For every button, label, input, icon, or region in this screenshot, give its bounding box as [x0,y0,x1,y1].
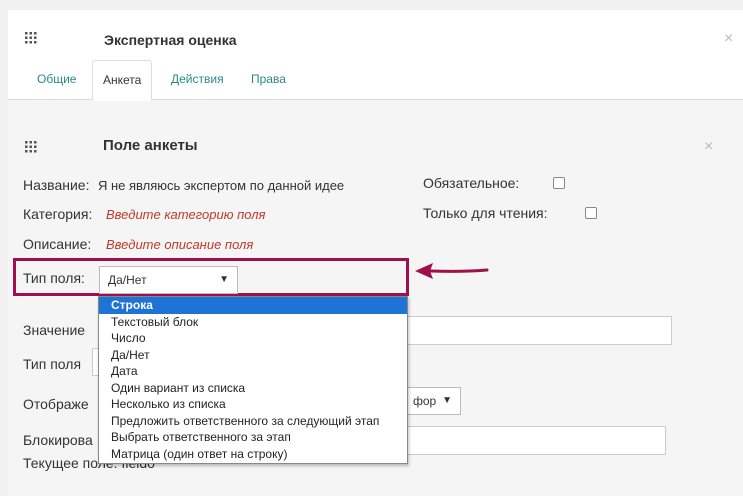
field-type2-label: Тип поля [23,356,82,372]
chevron-down-icon: ▼ [219,274,229,285]
dropdown-option[interactable]: Выбрать ответственного за этап [99,429,407,446]
close-icon[interactable]: × [704,139,713,155]
arrow-left-icon [415,263,489,279]
value-input[interactable] [406,316,672,345]
tab-actions[interactable]: Действия [161,60,234,100]
dropdown-option[interactable]: Предложить ответственного за следующий э… [99,413,407,430]
category-label: Категория: [23,206,93,222]
chevron-down-icon: ▼ [442,395,452,406]
tab-general[interactable]: Общие [27,60,86,100]
tab-rights[interactable]: Права [241,60,296,100]
readonly-label: Только для чтения: [423,205,548,221]
name-value[interactable]: Я не являюсь экспертом по данной идее [98,178,344,193]
close-icon[interactable]: × [724,31,733,47]
dropdown-option[interactable]: Матрица (один ответ на строку) [99,446,407,463]
description-input[interactable]: Введите описание поля [106,237,253,252]
dropdown-option[interactable]: Несколько из списка [99,396,407,413]
field-type-select[interactable]: Да/Нет ▼ [99,266,238,294]
display-label: Отображе [23,396,89,412]
category-input[interactable]: Введите категорию поля [106,207,266,222]
value-label: Значение [23,322,86,338]
grip-icon[interactable] [25,141,37,153]
description-label: Описание: [23,236,92,252]
required-label: Обязательное: [423,175,520,191]
field-type-dropdown: Строка Текстовый блок Число Да/Нет Дата … [98,296,408,464]
dropdown-option[interactable]: Строка [99,297,407,314]
readonly-checkbox[interactable] [585,207,597,219]
required-checkbox[interactable] [553,177,565,189]
field-type-value: Да/Нет [108,273,147,287]
dropdown-option[interactable]: Число [99,330,407,347]
name-label: Название: [23,177,90,193]
display-select-value: фор [413,394,437,408]
display-select[interactable]: фор ▼ [406,387,461,415]
dropdown-option[interactable]: Дата [99,363,407,380]
outer-header: Экспертная оценка × Общие Анкета Действи… [8,10,743,101]
panel-title: Экспертная оценка [104,32,237,48]
grip-icon[interactable] [25,32,37,44]
dropdown-option[interactable]: Да/Нет [99,347,407,364]
dropdown-option[interactable]: Один вариант из списка [99,380,407,397]
block-label: Блокирова [23,432,93,448]
tab-questionnaire[interactable]: Анкета [92,60,153,101]
dropdown-option[interactable]: Текстовый блок [99,314,407,331]
type-label: Тип поля: [23,270,85,286]
field-title: Поле анкеты [103,137,198,154]
block-input[interactable] [406,426,666,455]
